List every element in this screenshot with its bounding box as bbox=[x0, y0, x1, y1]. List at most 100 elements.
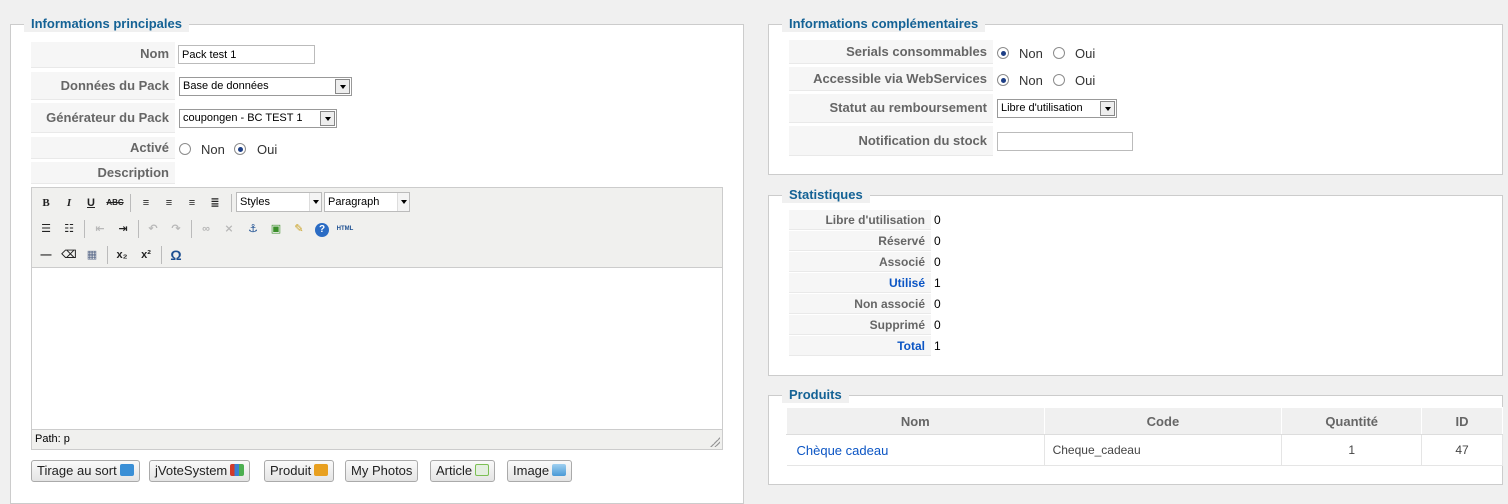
stat-label-utilise: Utilisé bbox=[789, 273, 931, 293]
anchor-icon[interactable]: ⚓ bbox=[243, 219, 263, 239]
subscript-icon[interactable]: x₂ bbox=[112, 245, 132, 265]
generateur-select-value: coupongen - BC TEST 1 bbox=[183, 112, 303, 124]
products-legend: Produits bbox=[782, 387, 849, 403]
outdent-icon[interactable]: ⇤ bbox=[90, 219, 110, 239]
product-quantity: 1 bbox=[1281, 434, 1423, 466]
help-icon[interactable]: ? bbox=[312, 219, 332, 239]
webservices-oui-radio[interactable] bbox=[1053, 74, 1065, 86]
editor-content-area[interactable] bbox=[32, 268, 722, 429]
stat-value: 0 bbox=[934, 297, 941, 311]
align-justify-icon[interactable]: ≣ bbox=[205, 193, 225, 213]
column-header-code[interactable]: Code bbox=[1043, 407, 1283, 435]
produit-button[interactable]: Produit bbox=[264, 460, 335, 482]
active-label: Activé bbox=[31, 137, 175, 159]
serials-non-label: Non bbox=[1019, 46, 1043, 61]
toolbar-separator bbox=[161, 246, 162, 264]
resize-grip-icon[interactable] bbox=[710, 437, 720, 447]
stat-value: 0 bbox=[934, 213, 941, 227]
stat-value: 0 bbox=[934, 318, 941, 332]
serials-oui-radio[interactable] bbox=[1053, 47, 1065, 59]
webservices-non-radio[interactable] bbox=[997, 74, 1009, 86]
numbered-list-icon[interactable]: ☷ bbox=[59, 219, 79, 239]
underline-icon[interactable]: U bbox=[81, 193, 101, 213]
my-photos-button[interactable]: My Photos bbox=[345, 460, 419, 482]
align-center-icon[interactable]: ≡ bbox=[159, 193, 179, 213]
editor-toolbar: B I U ABC ≡ ≡ ≡ ≣ Styles Paragraph ☰ ☷ ⇤… bbox=[32, 188, 722, 268]
vote-icon bbox=[230, 464, 245, 476]
serials-non-radio[interactable] bbox=[997, 47, 1009, 59]
chevron-down-icon bbox=[335, 79, 350, 94]
jvotesystem-label: jVoteSystem bbox=[155, 463, 228, 478]
editor-path: Path: p bbox=[35, 433, 70, 445]
cleanup-icon[interactable]: ✎ bbox=[289, 219, 309, 239]
chevron-down-icon bbox=[397, 193, 409, 211]
active-non-radio[interactable] bbox=[179, 143, 191, 155]
align-right-icon[interactable]: ≡ bbox=[182, 193, 202, 213]
styles-select[interactable]: Styles bbox=[236, 192, 322, 212]
article-label: Article bbox=[436, 463, 473, 478]
tirage-au-sort-label: Tirage au sort bbox=[37, 463, 117, 478]
image-button[interactable]: Image bbox=[507, 460, 573, 482]
toolbar-separator bbox=[191, 220, 192, 238]
chevron-down-icon bbox=[1100, 101, 1115, 116]
nom-label: Nom bbox=[31, 42, 175, 68]
stat-label: Supprimé bbox=[789, 315, 931, 335]
stat-label: Libre d'utilisation bbox=[789, 210, 931, 230]
products-table: Nom Code Quantité ID Chèque cadeau Chequ… bbox=[786, 407, 1503, 466]
main-info-legend: Informations principales bbox=[24, 16, 189, 32]
generateur-select[interactable]: coupongen - BC TEST 1 bbox=[179, 109, 337, 128]
table-icon[interactable]: ▦ bbox=[82, 245, 102, 265]
image-icon[interactable]: ▣ bbox=[266, 219, 286, 239]
undo-icon[interactable]: ↶ bbox=[143, 219, 163, 239]
special-char-icon[interactable]: Ω bbox=[166, 245, 186, 265]
stat-label: Associé bbox=[789, 252, 931, 272]
nom-input[interactable] bbox=[178, 45, 315, 64]
active-oui-label: Oui bbox=[257, 142, 278, 157]
toolbar-separator bbox=[138, 220, 139, 238]
bullet-list-icon[interactable]: ☰ bbox=[36, 219, 56, 239]
product-code: Cheque_cadeau bbox=[1044, 434, 1283, 466]
redo-icon[interactable]: ↷ bbox=[166, 219, 186, 239]
indent-icon[interactable]: ⇥ bbox=[113, 219, 133, 239]
product-icon bbox=[314, 464, 329, 476]
description-editor: B I U ABC ≡ ≡ ≡ ≣ Styles Paragraph ☰ ☷ ⇤… bbox=[31, 187, 723, 450]
italic-icon[interactable]: I bbox=[59, 193, 79, 213]
produit-label: Produit bbox=[270, 463, 312, 478]
align-left-icon[interactable]: ≡ bbox=[136, 193, 156, 213]
active-oui-radio[interactable] bbox=[234, 143, 246, 155]
html-icon[interactable]: HTML bbox=[335, 219, 355, 239]
article-button[interactable]: Article bbox=[430, 460, 496, 482]
description-label: Description bbox=[31, 162, 175, 184]
editor-statusbar: Path: p bbox=[32, 429, 722, 449]
column-header-nom[interactable]: Nom bbox=[786, 407, 1045, 435]
superscript-icon[interactable]: x² bbox=[136, 245, 156, 265]
toolbar-separator bbox=[130, 194, 131, 212]
toolbar-separator bbox=[231, 194, 232, 212]
link-icon[interactable]: ∞ bbox=[196, 219, 216, 239]
donnees-select[interactable]: Base de données bbox=[179, 77, 352, 96]
image-icon bbox=[552, 464, 567, 476]
stat-label: Non associé bbox=[789, 294, 931, 314]
statut-select[interactable]: Libre d'utilisation bbox=[997, 99, 1117, 118]
bold-icon[interactable]: B bbox=[36, 193, 56, 213]
serials-label: Serials consommables bbox=[789, 40, 993, 64]
column-header-id[interactable]: ID bbox=[1421, 407, 1503, 435]
notification-label: Notification du stock bbox=[789, 126, 993, 156]
column-header-quantite[interactable]: Quantité bbox=[1281, 407, 1423, 435]
product-name-link[interactable]: Chèque cadeau bbox=[786, 434, 1045, 466]
tirage-au-sort-button[interactable]: Tirage au sort bbox=[31, 460, 140, 482]
strikethrough-icon[interactable]: ABC bbox=[105, 193, 125, 213]
stat-label-total: Total bbox=[789, 336, 931, 356]
remove-format-icon[interactable]: ⌫ bbox=[59, 245, 79, 265]
notification-input[interactable] bbox=[997, 132, 1133, 151]
article-icon bbox=[475, 464, 490, 476]
chevron-down-icon bbox=[320, 111, 335, 126]
stats-legend: Statistiques bbox=[782, 187, 870, 203]
format-select[interactable]: Paragraph bbox=[324, 192, 410, 212]
unlink-icon[interactable]: ⨯ bbox=[219, 219, 239, 239]
stat-value: 0 bbox=[934, 255, 941, 269]
styles-select-value: Styles bbox=[240, 196, 270, 208]
stat-value: 0 bbox=[934, 234, 941, 248]
horizontal-rule-icon[interactable]: — bbox=[36, 245, 56, 265]
jvotesystem-button[interactable]: jVoteSystem bbox=[149, 460, 251, 482]
